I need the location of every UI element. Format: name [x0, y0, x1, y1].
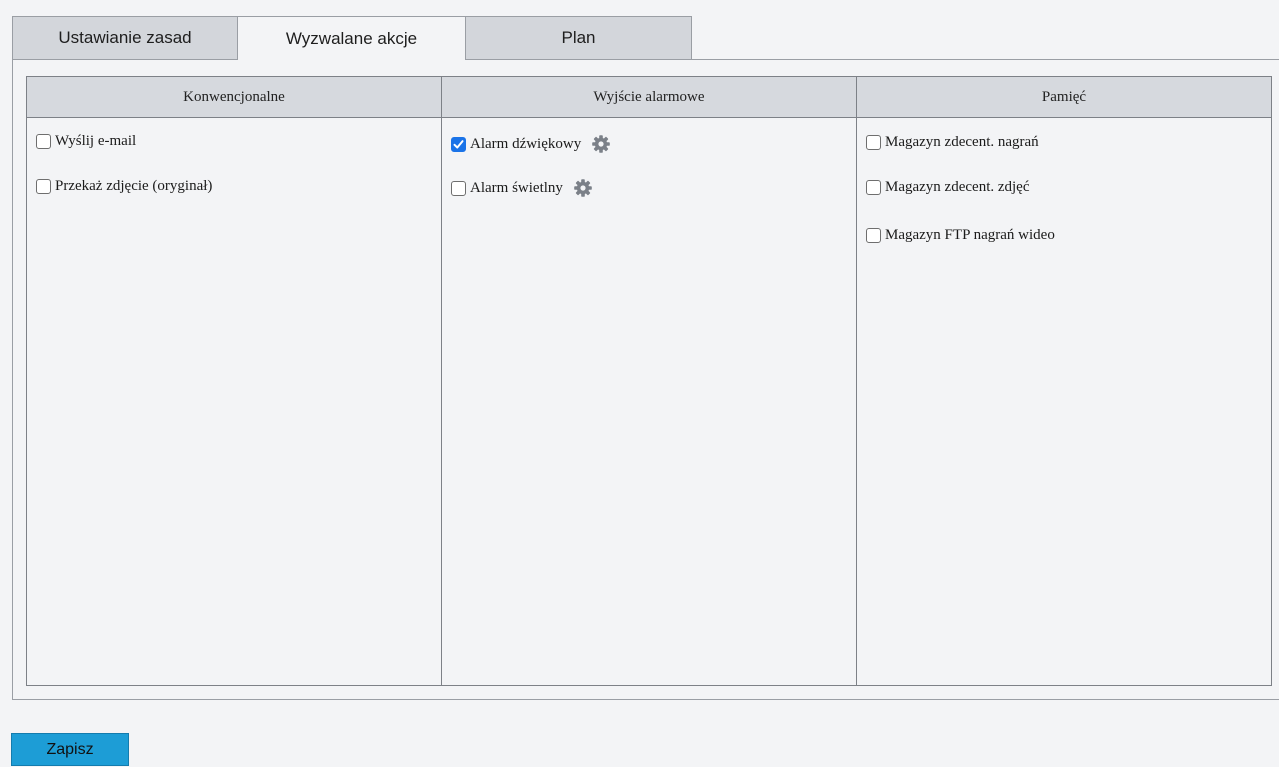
- column-pamiec: Pamięć Magazyn zdecent. nagrań Magazyn z…: [857, 77, 1271, 685]
- column-header: Pamięć: [857, 77, 1271, 118]
- option-forward-image[interactable]: Przekaż zdjęcie (oryginał): [36, 178, 212, 195]
- option-label: Magazyn zdecent. nagrań: [885, 134, 1039, 150]
- option-ftp-video-storage[interactable]: Magazyn FTP nagrań wideo: [866, 227, 1055, 244]
- actions-table: Konwencjonalne Wyślij e-mail Przekaż zdj…: [26, 76, 1272, 686]
- column-header: Konwencjonalne: [27, 77, 441, 118]
- option-storage-recordings[interactable]: Magazyn zdecent. nagrań: [866, 134, 1039, 151]
- checkbox[interactable]: [866, 135, 881, 150]
- tab-wyzwalane-akcje[interactable]: Wyzwalane akcje: [238, 16, 465, 60]
- checkbox[interactable]: [36, 179, 51, 194]
- tab-label: Wyzwalane akcje: [285, 28, 418, 48]
- option-label: Magazyn FTP nagrań wideo: [885, 227, 1055, 243]
- gear-icon[interactable]: [591, 134, 611, 154]
- checkmark-icon: [453, 139, 464, 148]
- checkbox[interactable]: [451, 180, 466, 196]
- checkbox-checked[interactable]: [451, 136, 466, 152]
- option-label: Magazyn zdecent. zdjęć: [885, 179, 1030, 195]
- save-button[interactable]: Zapisz: [11, 733, 129, 766]
- tab-plan[interactable]: Plan: [465, 16, 692, 59]
- checkbox[interactable]: [36, 134, 51, 149]
- option-label: Alarm świetlny: [470, 179, 563, 196]
- tab-bar: Ustawianie zasad Wyzwalane akcje Plan: [12, 16, 692, 60]
- checkbox[interactable]: [866, 180, 881, 195]
- option-storage-images[interactable]: Magazyn zdecent. zdjęć: [866, 179, 1030, 196]
- tab-label: Plan: [561, 28, 596, 47]
- option-alarm-light[interactable]: Alarm świetlny: [451, 178, 593, 198]
- column-wyjscie-alarmowe: Wyjście alarmowe Alarm dźwiękowy Alarm ś…: [442, 77, 857, 685]
- tab-ustawianie-zasad[interactable]: Ustawianie zasad: [12, 16, 238, 59]
- option-label: Alarm dźwiękowy: [470, 135, 582, 152]
- checkbox[interactable]: [866, 228, 881, 243]
- option-send-email[interactable]: Wyślij e-mail: [36, 133, 136, 150]
- tab-label: Ustawianie zasad: [58, 28, 192, 47]
- column-header: Wyjście alarmowe: [442, 77, 856, 118]
- gear-icon[interactable]: [573, 178, 593, 198]
- column-konwencjonalne: Konwencjonalne Wyślij e-mail Przekaż zdj…: [27, 77, 442, 685]
- option-alarm-sound[interactable]: Alarm dźwiękowy: [451, 134, 611, 154]
- option-label: Przekaż zdjęcie (oryginał): [55, 178, 213, 194]
- option-label: Wyślij e-mail: [55, 133, 137, 149]
